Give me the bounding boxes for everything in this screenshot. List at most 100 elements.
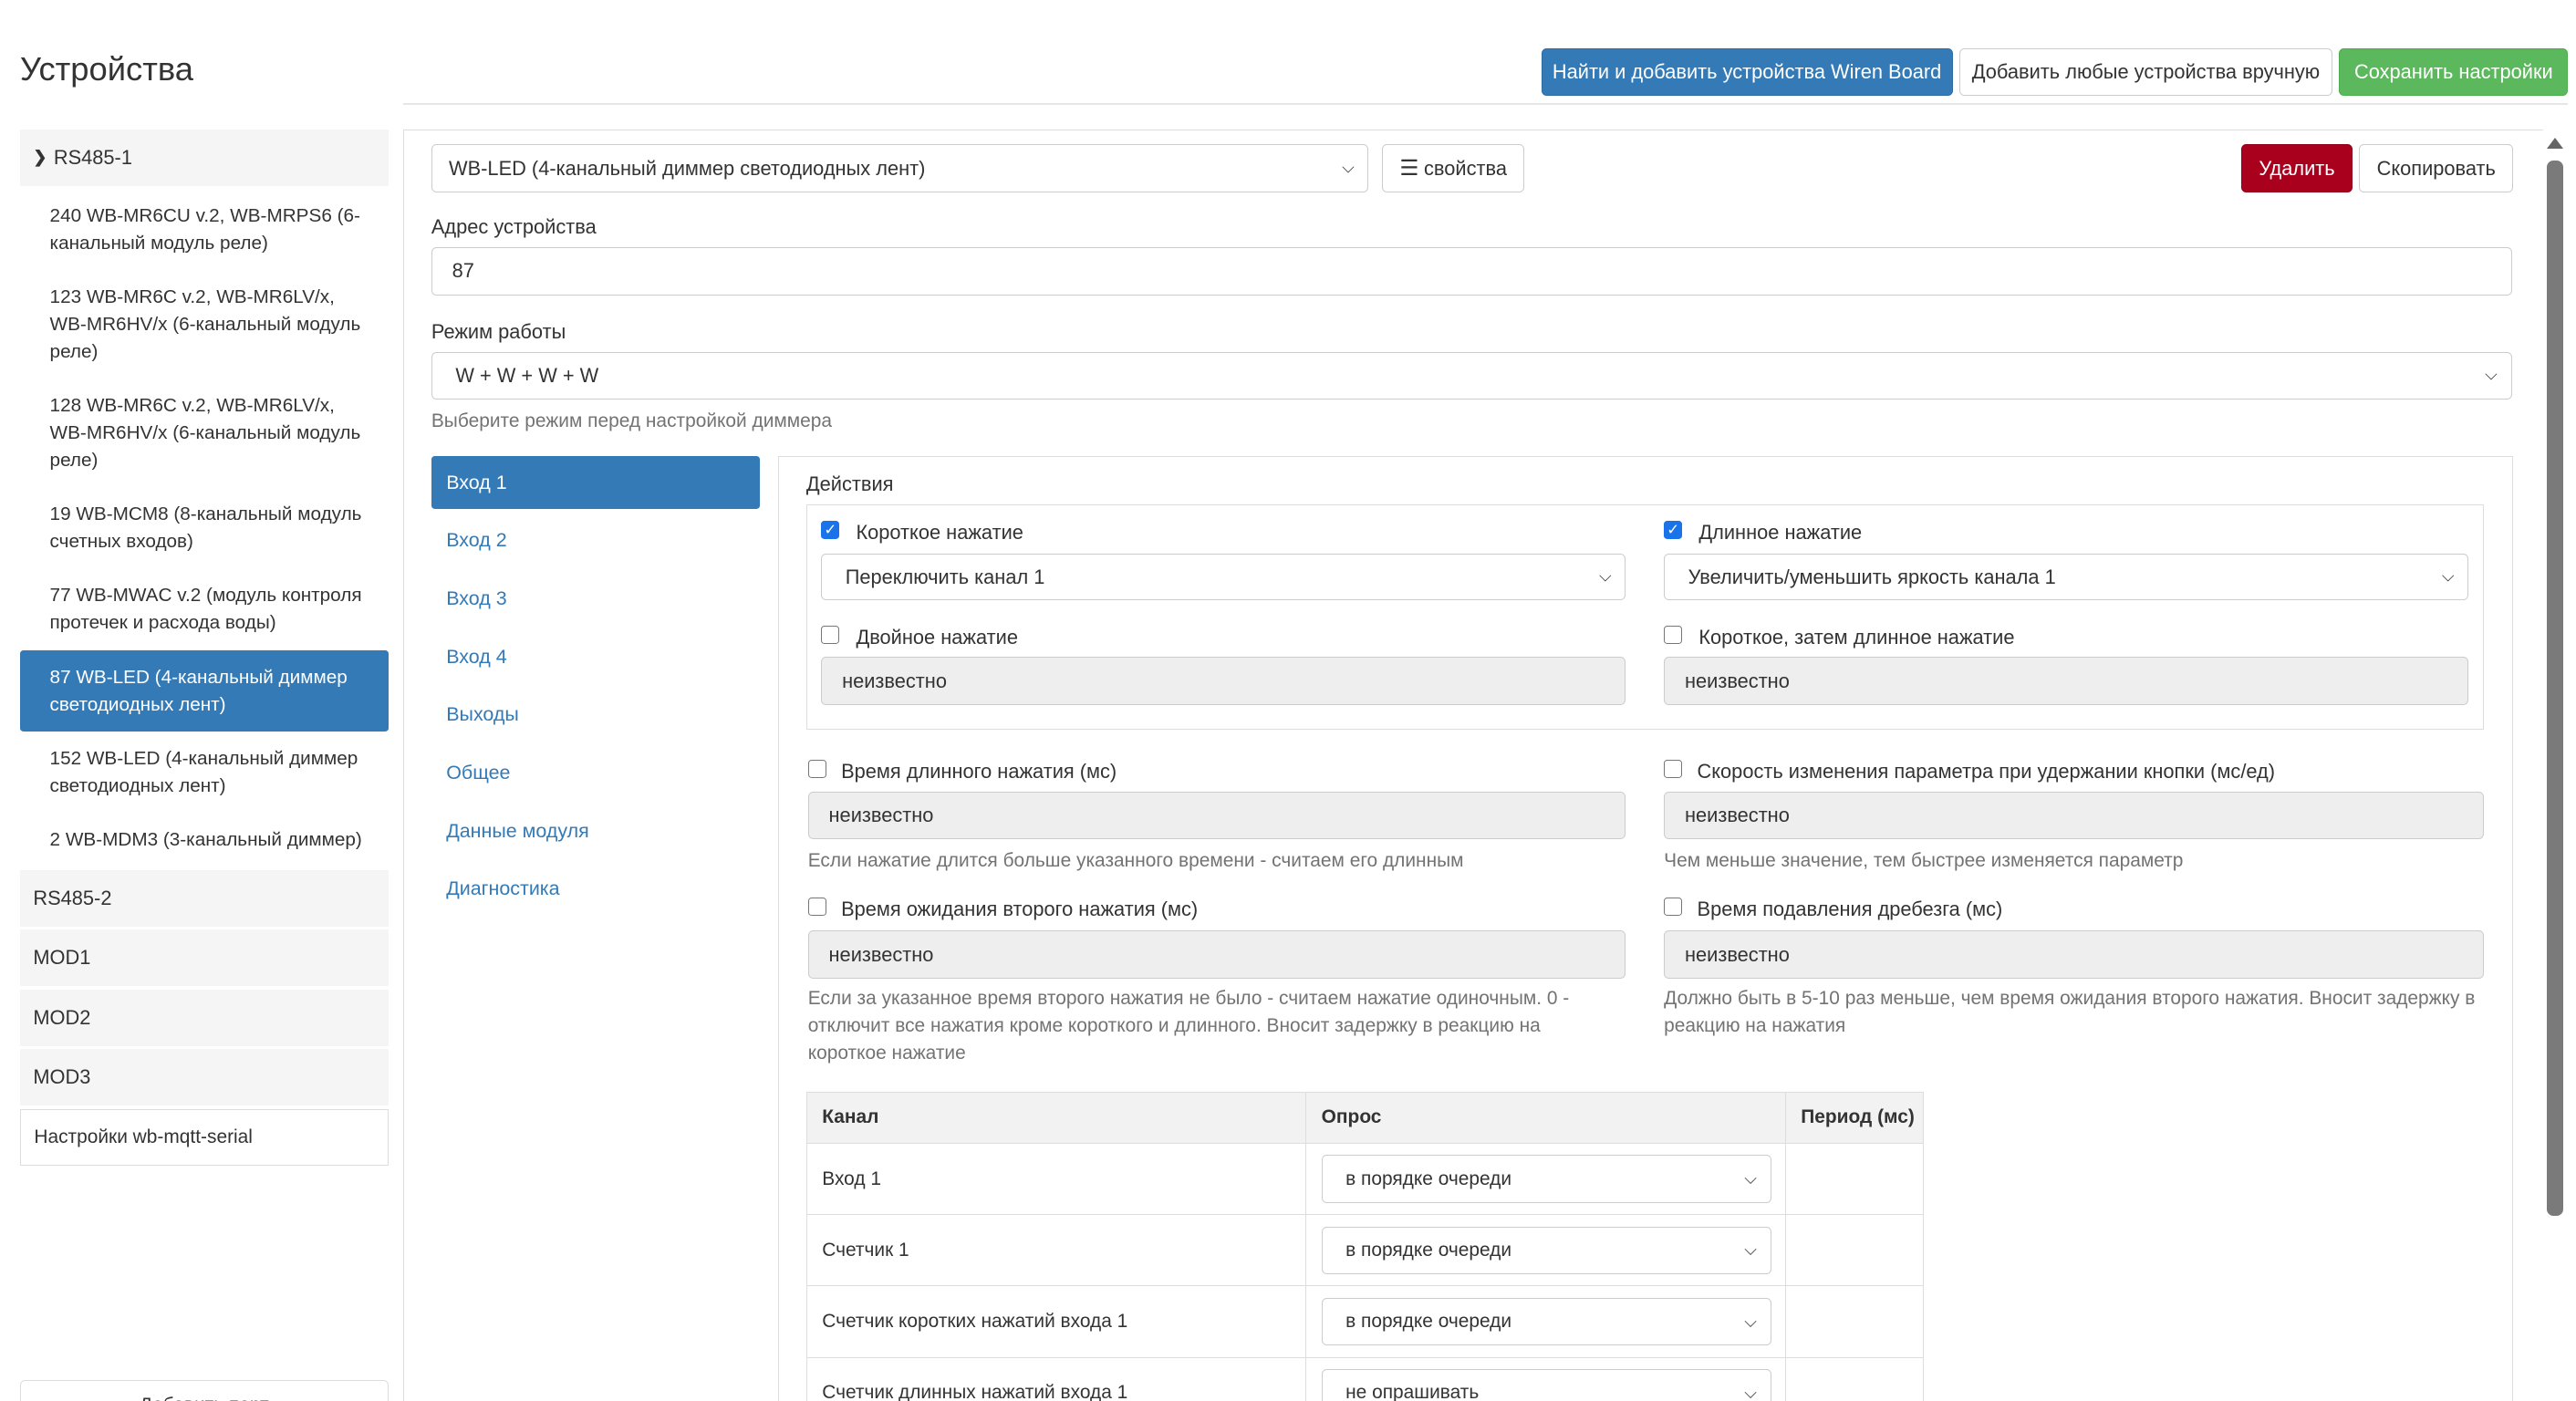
tab-outputs[interactable]: Выходы [431, 689, 760, 742]
page-title: Устройства [19, 49, 194, 88]
mode-select[interactable]: W + W + W + W ⌵ [431, 351, 2512, 400]
find-devices-button[interactable]: Найти и добавить устройства Wiren Board [1541, 47, 1953, 97]
tab-input-4[interactable]: Вход 4 [431, 630, 760, 683]
table-row: Вход 1 в порядке очереди ⌵ [805, 1143, 1924, 1216]
properties-button[interactable]: ☰ свойства [1381, 144, 1525, 192]
long-press-value: Увеличить/уменьшить яркость канала 1 [1688, 565, 2056, 588]
speed-input[interactable]: неизвестно [1664, 791, 2484, 840]
device-item[interactable]: 2 WB-MDM3 (3-канальный диммер) [20, 813, 389, 867]
scroll-up-icon[interactable] [2546, 138, 2563, 149]
table-row: Счетчик длинных нажатий входа 1 не опраш… [805, 1356, 1924, 1401]
second-press-help: Если за указанное время второго нажатия … [807, 988, 1570, 1064]
channel-name: Вход 1 [805, 1143, 1307, 1216]
long-time-checkbox[interactable] [807, 759, 826, 778]
port-mod3[interactable]: MOD3 [19, 1049, 389, 1106]
chevron-down-icon: ⌵ [2485, 365, 2498, 384]
chevron-down-icon: ⌵ [1744, 1312, 1757, 1331]
second-press-checkbox[interactable] [807, 897, 826, 916]
short-press-checkbox[interactable]: ✓ [821, 521, 840, 540]
debounce-input[interactable]: неизвестно [1664, 930, 2484, 980]
scrollbar-thumb[interactable] [2546, 161, 2563, 1217]
address-label: Адрес устройства [431, 215, 597, 239]
tab-module-data[interactable]: Данные модуля [431, 804, 760, 857]
mode-help: Выберите режим перед настройкой диммера [431, 410, 833, 432]
poll-select[interactable]: в порядке очереди ⌵ [1321, 1155, 1771, 1204]
tab-input-1[interactable]: Вход 1 [431, 456, 760, 510]
save-settings-button[interactable]: Сохранить настройки [2339, 47, 2569, 97]
tab-input-2[interactable]: Вход 2 [431, 514, 760, 567]
properties-label: свойства [1424, 156, 1507, 180]
delete-button[interactable]: Удалить [2241, 144, 2353, 192]
second-press-input[interactable]: неизвестно [807, 930, 1626, 980]
short-press-label: Короткое нажатие [856, 521, 1023, 545]
poll-select[interactable]: в порядке очереди ⌵ [1321, 1297, 1771, 1346]
poll-select[interactable]: в порядке очереди ⌵ [1321, 1226, 1771, 1275]
serial-settings-link[interactable]: Настройки wb-mqtt-serial [19, 1108, 389, 1166]
device-item[interactable]: 152 WB-LED (4-канальный диммер светодиод… [20, 732, 389, 813]
short-long-press-label: Короткое, затем длинное нажатие [1698, 625, 2015, 649]
period-cell [1784, 1214, 1924, 1287]
address-input[interactable]: 87 [431, 246, 2512, 296]
device-type-select[interactable]: WB-LED (4-канальный диммер светодиодных … [431, 144, 1369, 192]
poll-value: в порядке очереди [1345, 1168, 1512, 1189]
device-item[interactable]: 240 WB-MR6CU v.2, WB-MRPS6 (6-канальный … [20, 189, 389, 270]
device-item[interactable]: 128 WB-MR6C v.2, WB-MR6LV/x, WB-MR6HV/x … [20, 379, 389, 488]
double-press-label: Двойное нажатие [856, 625, 1018, 649]
mode-value: W + W + W + W [455, 363, 599, 387]
poll-select[interactable]: не опрашивать ⌵ [1321, 1368, 1771, 1401]
long-press-select[interactable]: Увеличить/уменьшить яркость канала 1 ⌵ [1664, 554, 2469, 601]
add-port-button[interactable]: Добавить порт [19, 1380, 389, 1401]
col-channel: Канал [805, 1091, 1307, 1145]
tab-input-3[interactable]: Вход 3 [431, 572, 760, 625]
double-press-input[interactable]: неизвестно [821, 657, 1626, 705]
short-press-value: Переключить канал 1 [845, 565, 1045, 588]
col-period: Период (мс) [1784, 1091, 1924, 1145]
table-row: Счетчик коротких нажатий входа 1 в поряд… [805, 1285, 1924, 1358]
device-type-value: WB-LED (4-канальный диммер светодиодных … [449, 156, 926, 180]
port-rs485-1[interactable]: ❯ RS485-1 [19, 129, 389, 186]
channels-table: Канал Опрос Период (мс) Вход 1 в порядке… [805, 1091, 1924, 1401]
double-press-checkbox[interactable] [821, 625, 840, 644]
device-item-active[interactable]: 87 WB-LED (4-канальный диммер светодиодн… [19, 649, 389, 732]
poll-value: не опрашивать [1345, 1382, 1480, 1401]
tab-general[interactable]: Общее [431, 746, 760, 799]
long-time-input[interactable]: неизвестно [807, 791, 1626, 840]
add-manual-button[interactable]: Добавить любые устройства вручную [1958, 47, 2333, 97]
long-time-label: Время длинного нажатия (мс) [841, 759, 1117, 783]
chevron-down-icon: ⌵ [1744, 1169, 1757, 1188]
debounce-checkbox[interactable] [1664, 897, 1683, 916]
poll-value: в порядке очереди [1345, 1311, 1512, 1333]
copy-button[interactable]: Скопировать [2359, 144, 2514, 192]
mode-label: Режим работы [431, 320, 566, 343]
debounce-label: Время подавления дребезга (мс) [1697, 897, 2003, 920]
speed-label: Скорость изменения параметра при удержан… [1697, 759, 2276, 783]
chevron-down-icon: ⌵ [2441, 566, 2455, 586]
sidebar: ❯ RS485-1 240 WB-MR6CU v.2, WB-MRPS6 (6-… [19, 129, 389, 1166]
chevron-down-icon: ⌵ [1342, 158, 1355, 177]
second-press-label: Время ожидания второго нажатия (мс) [841, 897, 1199, 920]
long-press-label: Длинное нажатие [1698, 521, 1863, 545]
short-press-select[interactable]: Переключить канал 1 ⌵ [821, 554, 1626, 601]
poll-value: в порядке очереди [1345, 1239, 1512, 1261]
channel-name: Счетчик 1 [805, 1214, 1307, 1287]
port-rs485-2[interactable]: RS485-2 [19, 869, 389, 927]
speed-checkbox[interactable] [1664, 759, 1683, 778]
short-long-press-checkbox[interactable] [1664, 625, 1683, 644]
device-item[interactable]: 123 WB-MR6C v.2, WB-MR6LV/x, WB-MR6HV/x … [20, 270, 389, 379]
chevron-down-icon: ❯ [33, 148, 47, 167]
actions-title: Действия [805, 472, 894, 496]
device-item[interactable]: 19 WB-MCM8 (8-канальный модуль счетных в… [20, 488, 389, 569]
device-item[interactable]: 77 WB-MWAC v.2 (модуль контроля протечек… [20, 569, 389, 650]
channel-name: Счетчик длинных нажатий входа 1 [805, 1356, 1307, 1401]
long-press-checkbox[interactable]: ✓ [1664, 521, 1683, 540]
speed-help: Чем меньше значение, тем быстрее изменяе… [1664, 850, 2184, 872]
chevron-down-icon: ⌵ [1598, 566, 1612, 586]
tab-diagnostics[interactable]: Диагностика [431, 863, 760, 916]
table-header-row: Канал Опрос Период (мс) [805, 1091, 1924, 1145]
port-mod2[interactable]: MOD2 [19, 989, 389, 1046]
short-long-press-input[interactable]: неизвестно [1664, 657, 2469, 705]
chevron-down-icon: ⌵ [1744, 1240, 1757, 1260]
channel-name: Счетчик коротких нажатий входа 1 [805, 1285, 1307, 1358]
port-mod1[interactable]: MOD1 [19, 929, 389, 987]
period-cell [1784, 1356, 1924, 1401]
